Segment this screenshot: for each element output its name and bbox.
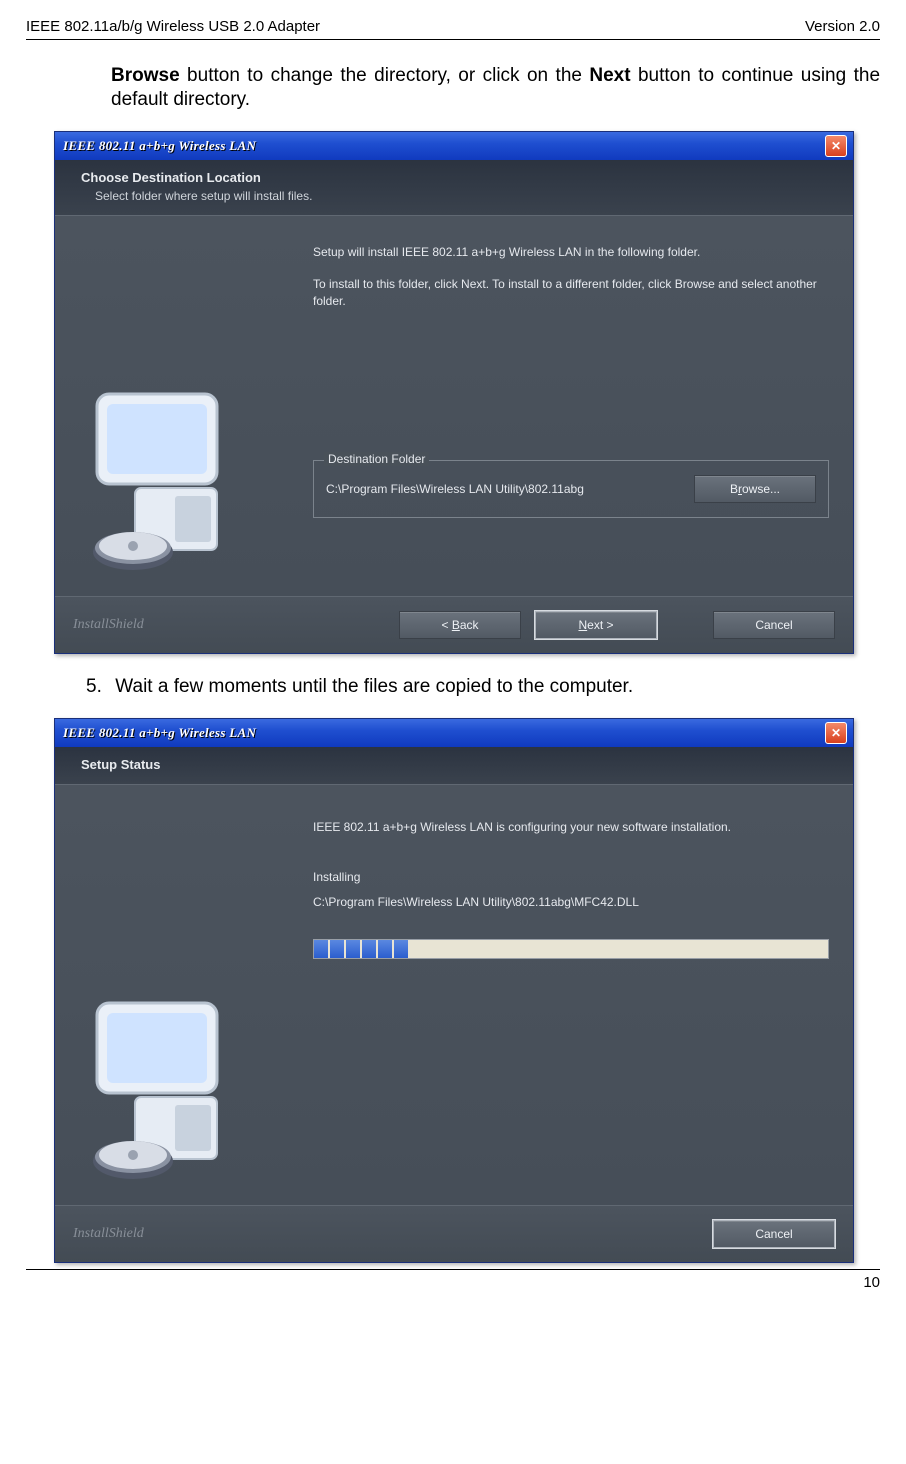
installing-label: Installing bbox=[313, 869, 829, 886]
banner: Setup Status bbox=[55, 747, 853, 785]
back-pre: < bbox=[441, 618, 451, 632]
titlebar: IEEE 802.11 a+b+g Wireless LAN ✕ bbox=[55, 719, 853, 747]
progress-bar bbox=[313, 939, 829, 959]
next-ul: N bbox=[578, 618, 587, 632]
step-number: 5. bbox=[86, 676, 110, 698]
right-column: IEEE 802.11 a+b+g Wireless LAN is config… bbox=[303, 785, 853, 1205]
content-area: IEEE 802.11 a+b+g Wireless LAN is config… bbox=[55, 785, 853, 1205]
close-icon[interactable]: ✕ bbox=[825, 135, 847, 157]
sidebar-image bbox=[55, 216, 303, 596]
progress-segment bbox=[330, 940, 344, 958]
footer: InstallShield < Back Next > Cancel bbox=[55, 596, 853, 653]
installshield-brand: InstallShield bbox=[73, 1226, 144, 1242]
progress-segment bbox=[346, 940, 360, 958]
window-title: IEEE 802.11 a+b+g Wireless LAN bbox=[63, 138, 256, 154]
back-post: ack bbox=[460, 618, 479, 632]
browse-pre: B bbox=[730, 482, 738, 496]
footer: InstallShield Cancel bbox=[55, 1205, 853, 1262]
bold-next: Next bbox=[589, 65, 630, 86]
close-icon[interactable]: ✕ bbox=[825, 722, 847, 744]
monitor-cd-icon bbox=[55, 985, 285, 1185]
page-number: 10 bbox=[26, 1269, 880, 1291]
destination-path: C:\Program Files\Wireless LAN Utility\80… bbox=[326, 482, 684, 496]
para-mid: button to change the directory, or click… bbox=[180, 65, 590, 86]
content-area: Setup will install IEEE 802.11 a+b+g Wir… bbox=[55, 216, 853, 596]
banner: Choose Destination Location Select folde… bbox=[55, 160, 853, 216]
progress-segment bbox=[314, 940, 328, 958]
status-line-1: IEEE 802.11 a+b+g Wireless LAN is config… bbox=[313, 819, 829, 836]
right-column: Setup will install IEEE 802.11 a+b+g Wir… bbox=[303, 216, 853, 596]
back-button[interactable]: < Back bbox=[399, 611, 521, 639]
setup-line-1: Setup will install IEEE 802.11 a+b+g Wir… bbox=[313, 244, 829, 261]
destination-legend: Destination Folder bbox=[324, 452, 429, 466]
window-title: IEEE 802.11 a+b+g Wireless LAN bbox=[63, 725, 256, 741]
cancel-button[interactable]: Cancel bbox=[713, 1220, 835, 1248]
browse-button[interactable]: Browse... bbox=[694, 475, 816, 503]
progress-segment bbox=[362, 940, 376, 958]
step-text: Wait a few moments until the files are c… bbox=[115, 676, 633, 697]
header-right: Version 2.0 bbox=[805, 18, 880, 35]
step-5: 5. Wait a few moments until the files ar… bbox=[86, 676, 880, 698]
sidebar-image bbox=[55, 785, 303, 1205]
installshield-brand: InstallShield bbox=[73, 617, 144, 633]
setup-line-2: To install to this folder, click Next. T… bbox=[313, 276, 829, 310]
header-left: IEEE 802.11a/b/g Wireless USB 2.0 Adapte… bbox=[26, 18, 320, 35]
destination-folder-group: Destination Folder C:\Program Files\Wire… bbox=[313, 460, 829, 518]
titlebar: IEEE 802.11 a+b+g Wireless LAN ✕ bbox=[55, 132, 853, 160]
monitor-cd-icon bbox=[55, 376, 285, 576]
browse-post: owse... bbox=[742, 482, 780, 496]
progress-segment bbox=[394, 940, 408, 958]
next-post: ext > bbox=[587, 618, 613, 632]
banner-heading: Choose Destination Location bbox=[81, 170, 839, 185]
installer-window-2: IEEE 802.11 a+b+g Wireless LAN ✕ Setup S… bbox=[54, 718, 854, 1263]
installer-window-1: IEEE 802.11 a+b+g Wireless LAN ✕ Choose … bbox=[54, 131, 854, 654]
back-ul: B bbox=[452, 618, 460, 632]
header-rule bbox=[26, 39, 880, 40]
intro-paragraph: Browse button to change the directory, o… bbox=[111, 64, 880, 112]
bold-browse: Browse bbox=[111, 65, 180, 86]
next-button[interactable]: Next > bbox=[535, 611, 657, 639]
cancel-button[interactable]: Cancel bbox=[713, 611, 835, 639]
banner-heading: Setup Status bbox=[81, 757, 839, 772]
banner-subtext: Select folder where setup will install f… bbox=[95, 189, 839, 203]
installing-path: C:\Program Files\Wireless LAN Utility\80… bbox=[313, 894, 829, 911]
progress-segment bbox=[378, 940, 392, 958]
